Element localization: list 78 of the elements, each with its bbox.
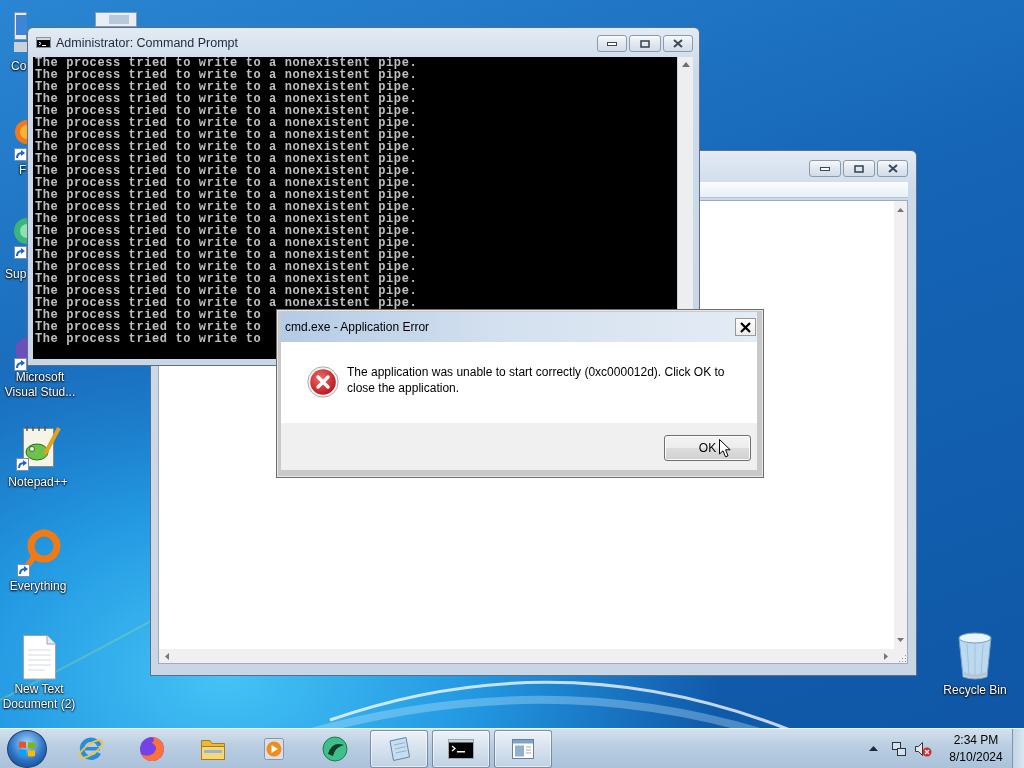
- start-button[interactable]: [7, 729, 47, 768]
- vertical-scrollbar[interactable]: [894, 201, 907, 649]
- console-line: The process tried to write to a nonexistent pipe.: [35, 201, 418, 213]
- close-button[interactable]: [735, 318, 756, 336]
- console-line: The process tried to write to a nonexistent pipe.: [35, 69, 418, 81]
- console-line: The process tried to write to a nonexistent pipe.: [35, 129, 418, 141]
- magnifier-icon[interactable]: [16, 528, 62, 578]
- icon-label[interactable]: Notepad++: [0, 475, 76, 490]
- dialog-title: cmd.exe - Application Error: [285, 320, 430, 334]
- scroll-up-icon: [897, 208, 904, 212]
- app-icon: [320, 734, 349, 763]
- console-line: The process tried to write to a nonexistent pipe.: [35, 213, 418, 225]
- notepad-icon[interactable]: [15, 424, 61, 472]
- computer-icon[interactable]: [14, 12, 27, 52]
- console-line: The process tried to write to: [35, 321, 262, 333]
- close-icon: [673, 39, 683, 48]
- console-line: The process tried to write to a nonexistent pipe.: [35, 273, 418, 285]
- console-line: The process tried to write to a nonexistent pipe.: [35, 225, 418, 237]
- console-line: The process tried to write to a nonexistent pipe.: [35, 297, 418, 309]
- console-line: The process tried to write to: [35, 333, 262, 345]
- console-line: The process tried to write to a nonexistent pipe.: [35, 261, 418, 273]
- app-icon[interactable]: [14, 336, 27, 372]
- window-title: Administrator: Command Prompt: [56, 35, 238, 50]
- scroll-right-icon: [884, 652, 888, 660]
- ok-button[interactable]: OK: [664, 435, 751, 461]
- console-icon: [36, 37, 51, 48]
- error-icon: [307, 366, 339, 398]
- icon-label[interactable]: New Text Document (2): [0, 682, 78, 712]
- console-line: The process tried to write to a nonexistent pipe.: [35, 105, 418, 117]
- app-icon[interactable]: [14, 118, 27, 162]
- recycle-bin-icon[interactable]: [955, 630, 995, 682]
- scroll-down-icon: [897, 638, 904, 642]
- console-line: The process tried to write to a nonexistent pipe.: [35, 141, 418, 153]
- console-line: The process tried to write to a nonexistent pipe.: [35, 81, 418, 93]
- icon-label[interactable]: Everything: [0, 579, 76, 594]
- horizontal-scrollbar[interactable]: [159, 649, 894, 663]
- console-line: The process tried to write to a nonexistent pipe.: [35, 189, 418, 201]
- icon-label[interactable]: Co: [11, 59, 27, 74]
- icon-label[interactable]: Recycle Bin: [935, 683, 1015, 698]
- console-line: The process tried to write to a nonexistent pipe.: [35, 153, 418, 165]
- text-file-icon[interactable]: [21, 634, 57, 680]
- app-icon[interactable]: [14, 218, 27, 260]
- browser-icon: [137, 734, 166, 763]
- maximize-button[interactable]: [629, 35, 661, 52]
- scroll-left-icon: [165, 652, 169, 660]
- network-icon[interactable]: [891, 740, 907, 757]
- console-line: The process tried to write to a nonexistent pipe.: [35, 117, 418, 129]
- close-icon: [887, 164, 898, 173]
- console-line: The process tried to write to a nonexistent pipe.: [35, 177, 418, 189]
- size-grip-icon[interactable]: [898, 654, 907, 663]
- close-button[interactable]: [877, 160, 908, 177]
- console-line: The process tried to write to a nonexistent pipe.: [35, 93, 418, 105]
- maximize-button[interactable]: [843, 160, 875, 177]
- windows-logo-icon: [18, 739, 36, 758]
- caret-icon[interactable]: [869, 746, 878, 751]
- console-line: The process tried to write to: [35, 309, 262, 321]
- maximize-icon: [640, 39, 650, 48]
- minimize-button[interactable]: [597, 35, 627, 52]
- mouse-pointer-icon: [719, 439, 731, 458]
- volume-icon[interactable]: [914, 740, 932, 757]
- console-line: The process tried to write to a nonexistent pipe.: [35, 249, 418, 261]
- console-line: The process tried to write to a nonexistent pipe.: [35, 237, 418, 249]
- minimize-icon: [607, 41, 617, 46]
- icon-label[interactable]: Microsoft Visual Stud...: [0, 370, 80, 400]
- close-icon: [740, 321, 751, 333]
- close-button[interactable]: [663, 35, 693, 52]
- taskbar-button[interactable]: [432, 729, 490, 768]
- console-line: The process tried to write to a nonexistent pipe.: [35, 285, 418, 297]
- scroll-up-icon: [681, 62, 690, 67]
- console-line: The process tried to write to a nonexistent pipe.: [35, 165, 418, 177]
- clock-button[interactable]: 2:34 PM 8/10/2024: [945, 730, 1007, 767]
- error-message: The application was unable to start correctly (0xc000012d). Click OK to close the application.: [347, 364, 726, 396]
- icon-label[interactable]: F: [19, 163, 27, 178]
- maximize-icon: [854, 164, 864, 173]
- console-line: The process tried to write to a nonexistent pipe.: [35, 57, 418, 69]
- minimize-button[interactable]: [809, 160, 841, 177]
- icon-label[interactable]: Sup: [5, 267, 27, 282]
- minimize-icon: [820, 166, 830, 171]
